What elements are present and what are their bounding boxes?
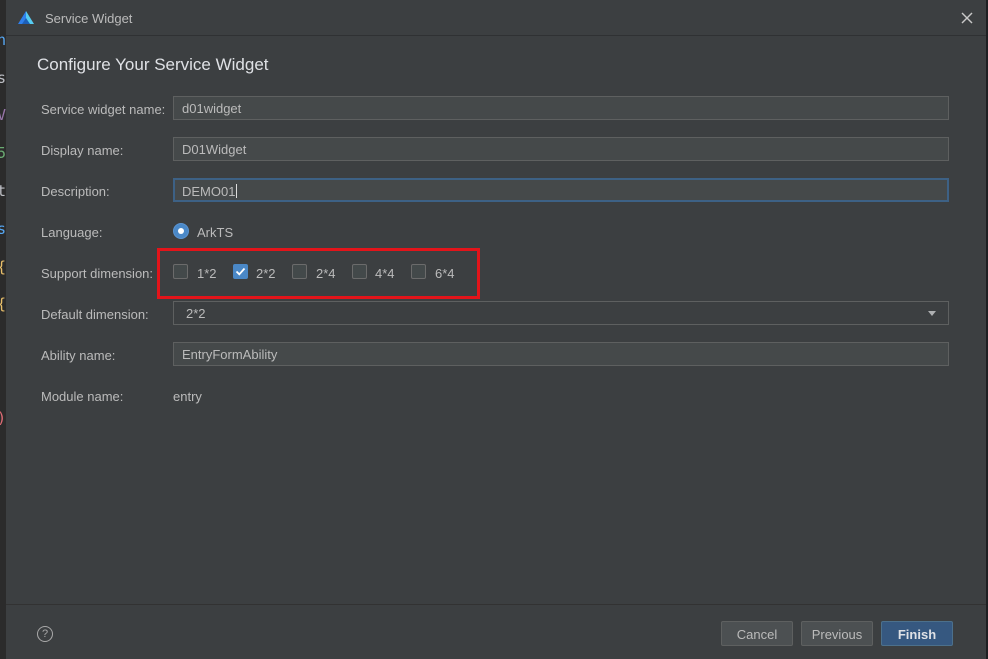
dialog-footer: ? Cancel Previous Finish: [6, 604, 986, 659]
language-row: Language: ArkTS: [6, 219, 986, 245]
title-bar[interactable]: Service Widget: [6, 0, 986, 36]
module-name-row: Module name: entry: [6, 383, 986, 409]
dimension-checkbox-1x2[interactable]: [173, 264, 188, 279]
dimension-label-6x4[interactable]: 6*4: [435, 266, 455, 281]
ability-name-input[interactable]: EntryFormAbility: [173, 342, 949, 366]
dimension-checkbox-2x4[interactable]: [292, 264, 307, 279]
close-icon[interactable]: [958, 9, 976, 27]
dimension-checkbox-6x4[interactable]: [411, 264, 426, 279]
service-widget-dialog: Service Widget Configure Your Service Wi…: [6, 0, 986, 659]
default-dimension-value: 2*2: [186, 306, 206, 321]
service-widget-name-input[interactable]: d01widget: [173, 96, 949, 120]
module-name-label: Module name:: [41, 389, 124, 404]
page-title: Configure Your Service Widget: [37, 55, 269, 74]
ability-name-row: Ability name: EntryFormAbility: [6, 342, 986, 368]
support-dimension-label: Support dimension:: [41, 266, 154, 281]
default-dimension-row: Default dimension: 2*2: [6, 301, 986, 327]
finish-button[interactable]: Finish: [881, 621, 953, 646]
window-title: Service Widget: [45, 11, 133, 26]
dimension-label-2x2[interactable]: 2*2: [256, 266, 276, 281]
language-label: Language:: [41, 225, 103, 240]
dimension-label-4x4[interactable]: 4*4: [375, 266, 395, 281]
dimension-checkbox-4x4[interactable]: [352, 264, 367, 279]
default-dimension-select[interactable]: 2*2: [173, 301, 949, 325]
description-input[interactable]: DEMO01: [173, 178, 949, 202]
deveco-logo-icon: [18, 11, 34, 24]
support-dimension-row: Support dimension: 1*2 2*2 2*4 4*4 6*4: [6, 260, 986, 286]
ability-name-value: EntryFormAbility: [182, 347, 278, 362]
service-widget-name-row: Service widget name: d01widget: [6, 96, 986, 122]
dimension-label-2x4[interactable]: 2*4: [316, 266, 336, 281]
service-widget-name-label: Service widget name:: [41, 102, 166, 117]
service-widget-name-value: d01widget: [182, 101, 242, 116]
text-caret: [236, 184, 238, 198]
previous-button[interactable]: Previous: [801, 621, 873, 646]
cancel-button[interactable]: Cancel: [721, 621, 793, 646]
dimension-label-1x2[interactable]: 1*2: [197, 266, 217, 281]
module-name-value: entry: [173, 389, 202, 404]
chevron-down-icon: [928, 311, 936, 316]
description-label: Description:: [41, 184, 110, 199]
language-radio-label[interactable]: ArkTS: [197, 225, 233, 240]
language-radio-arkts[interactable]: [173, 223, 189, 239]
display-name-label: Display name:: [41, 143, 124, 158]
dimension-checkbox-2x2[interactable]: [233, 264, 248, 279]
display-name-row: Display name: D01Widget: [6, 137, 986, 163]
default-dimension-label: Default dimension:: [41, 307, 149, 322]
help-icon[interactable]: ?: [37, 626, 53, 642]
display-name-input[interactable]: D01Widget: [173, 137, 949, 161]
description-row: Description: DEMO01: [6, 178, 986, 204]
display-name-value: D01Widget: [182, 142, 247, 157]
description-value: DEMO01: [182, 184, 236, 199]
ability-name-label: Ability name:: [41, 348, 116, 363]
check-icon: [235, 267, 246, 276]
